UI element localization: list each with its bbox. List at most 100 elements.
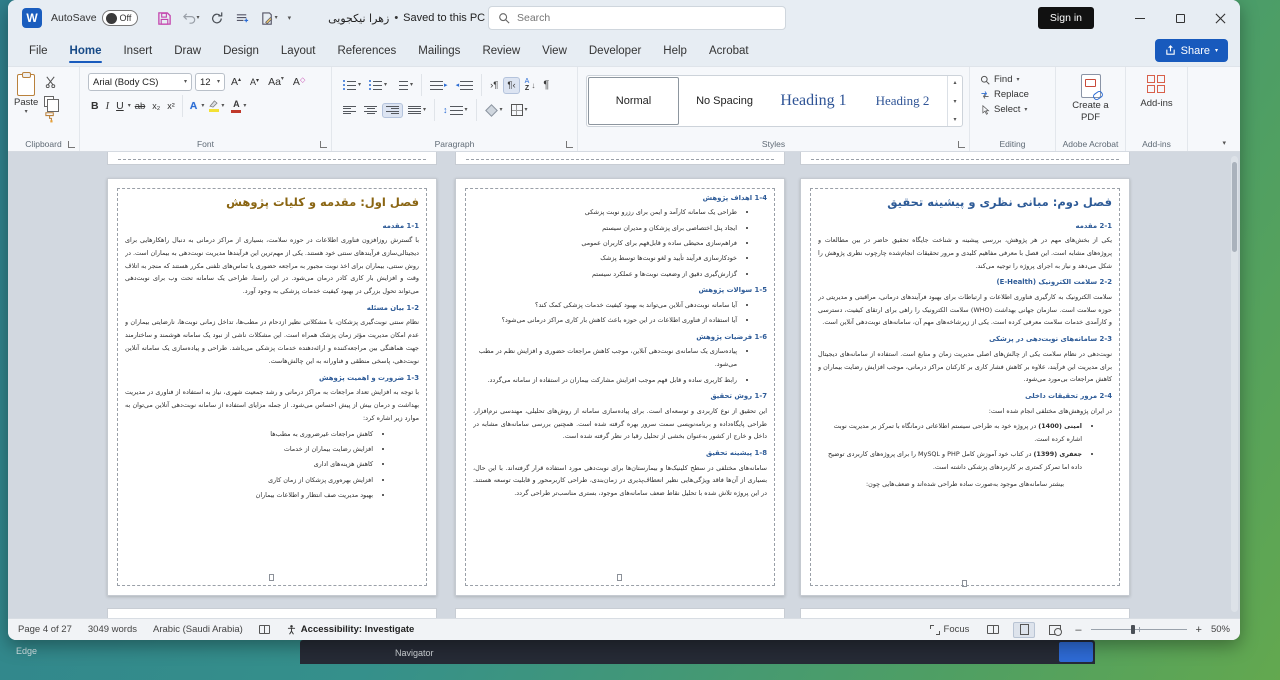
scrollbar-thumb[interactable] xyxy=(1232,162,1237,252)
clear-formatting-button[interactable]: A◇ xyxy=(290,75,308,89)
underline-button[interactable]: U xyxy=(113,99,127,113)
clipboard-dialog-launcher-icon[interactable] xyxy=(68,141,75,148)
decrease-indent-button[interactable]: ▸ xyxy=(427,79,451,92)
strikethrough-button[interactable]: ab xyxy=(132,100,149,113)
tab-file[interactable]: File xyxy=(18,39,59,63)
maximize-button[interactable] xyxy=(1160,0,1200,36)
vertical-scrollbar[interactable] xyxy=(1231,156,1238,612)
style-heading1[interactable]: Heading 1 xyxy=(769,76,858,126)
style-heading2[interactable]: Heading 2 xyxy=(858,76,947,126)
tab-review[interactable]: Review xyxy=(471,39,531,63)
italic-button[interactable]: I xyxy=(103,100,113,113)
print-layout-button[interactable] xyxy=(1013,622,1035,638)
tab-home[interactable]: Home xyxy=(59,39,113,63)
format-painter-button[interactable] xyxy=(44,110,57,128)
autosave-control[interactable]: AutoSave Off xyxy=(51,10,138,26)
style-no-spacing[interactable]: No Spacing xyxy=(680,76,769,126)
rtl-text-direction-button[interactable]: ¶‹ xyxy=(503,77,519,94)
document-page-6[interactable]: فصل دوم: مبانی نظری و پیشینه تحقیق 2-1 م… xyxy=(800,178,1130,596)
font-color-button[interactable]: A ▾ xyxy=(228,98,249,115)
sort-button[interactable]: AZ ↓ xyxy=(522,76,539,94)
subscript-button[interactable]: x₂ xyxy=(149,100,163,112)
autosave-toggle[interactable]: Off xyxy=(102,10,138,26)
highlight-button[interactable]: ▾ xyxy=(205,98,227,114)
paragraph-dialog-launcher-icon[interactable] xyxy=(566,141,573,148)
bullet-list-button[interactable]: ▾ xyxy=(340,79,364,92)
cut-button[interactable] xyxy=(44,75,57,93)
select-button[interactable]: Select ▾ xyxy=(980,104,1051,115)
save-button[interactable] xyxy=(157,11,172,26)
tab-acrobat[interactable]: Acrobat xyxy=(698,39,760,63)
tab-references[interactable]: References xyxy=(326,39,407,63)
copy-button[interactable] xyxy=(44,96,54,107)
borders-button[interactable]: ▾ xyxy=(508,102,531,118)
align-center-button[interactable] xyxy=(361,104,380,117)
replace-button[interactable]: Replace xyxy=(980,89,1051,100)
document-canvas[interactable]: فصل اول: مقدمه و کلیات پژوهش 1-1 مقدمه ب… xyxy=(8,152,1240,618)
grow-font-button[interactable]: A▴ xyxy=(228,75,244,89)
tab-mailings[interactable]: Mailings xyxy=(407,39,471,63)
close-button[interactable] xyxy=(1200,0,1240,36)
zoom-level[interactable]: 50% xyxy=(1211,624,1230,635)
document-page-4[interactable]: فصل اول: مقدمه و کلیات پژوهش 1-1 مقدمه ب… xyxy=(107,178,437,596)
shrink-font-button[interactable]: A▾ xyxy=(247,76,262,88)
bold-button[interactable]: B xyxy=(88,99,102,113)
find-button[interactable]: Find ▾ xyxy=(980,74,1051,85)
tab-view[interactable]: View xyxy=(531,39,578,63)
tab-draw[interactable]: Draw xyxy=(163,39,212,63)
style-normal[interactable]: Normal xyxy=(588,77,679,125)
undo-button[interactable]: ▾ xyxy=(182,11,200,26)
search-input[interactable] xyxy=(517,12,747,24)
proofing-status-button[interactable] xyxy=(259,625,270,634)
create-pdf-button[interactable]: Create a PDF xyxy=(1060,74,1121,124)
quick-access-table-button[interactable] xyxy=(235,11,250,26)
minimize-button[interactable] xyxy=(1120,0,1160,36)
customize-quick-access-icon[interactable]: ▾ xyxy=(288,15,292,22)
tab-design[interactable]: Design xyxy=(212,39,270,63)
gallery-more-icon[interactable]: ▾ xyxy=(953,116,956,123)
text-effects-button[interactable]: A xyxy=(187,99,201,113)
zoom-in-button[interactable]: + xyxy=(1196,624,1202,636)
sign-in-button[interactable]: Sign in xyxy=(1038,7,1094,29)
justify-button[interactable]: ▾ xyxy=(405,104,429,117)
show-hide-pilcrow-button[interactable]: ¶ xyxy=(540,77,552,93)
line-spacing-button[interactable]: ↕▾ xyxy=(440,103,471,117)
document-title-control[interactable]: زهرا نیکجویی • Saved to this PC ▾ xyxy=(328,12,493,25)
increase-indent-button[interactable]: ◂ xyxy=(453,79,477,92)
tab-developer[interactable]: Developer xyxy=(578,39,652,63)
read-mode-button[interactable] xyxy=(982,622,1004,638)
change-case-button[interactable]: Aa▾ xyxy=(265,75,287,89)
styles-dialog-launcher-icon[interactable] xyxy=(958,141,965,148)
quick-access-new-doc-button[interactable]: ▾ xyxy=(260,11,278,26)
zoom-slider-thumb[interactable] xyxy=(1131,625,1135,634)
tab-help[interactable]: Help xyxy=(652,39,698,63)
share-button[interactable]: Share ▾ xyxy=(1155,39,1228,62)
align-right-button[interactable] xyxy=(382,103,403,118)
font-dialog-launcher-icon[interactable] xyxy=(320,141,327,148)
tab-insert[interactable]: Insert xyxy=(112,39,163,63)
collapse-ribbon-icon[interactable]: ▾ xyxy=(1222,139,1226,147)
redo-button[interactable] xyxy=(210,11,225,26)
numbered-list-button[interactable]: ▾ xyxy=(366,79,390,92)
styles-gallery-scroll[interactable]: ▴ ▾ ▾ xyxy=(947,76,962,126)
addins-button[interactable]: Add-ins xyxy=(1130,75,1183,109)
shading-button[interactable]: ▾ xyxy=(482,102,506,119)
zoom-slider[interactable] xyxy=(1091,629,1187,630)
ltr-text-direction-button[interactable]: ›¶ xyxy=(487,78,501,93)
page-number-status[interactable]: Page 4 of 27 xyxy=(18,624,72,635)
superscript-button[interactable]: x² xyxy=(164,100,178,112)
scroll-up-icon[interactable]: ▴ xyxy=(953,79,956,86)
search-box[interactable] xyxy=(488,6,786,30)
zoom-out-button[interactable]: – xyxy=(1075,624,1081,636)
font-name-select[interactable]: Arial (Body CS) ▾ xyxy=(88,73,192,91)
multilevel-list-button[interactable]: ▾ xyxy=(392,79,416,92)
focus-button[interactable]: Focus xyxy=(930,624,970,635)
word-count-status[interactable]: 3049 words xyxy=(88,624,137,635)
accessibility-status[interactable]: Accessibility: Investigate xyxy=(286,624,415,635)
web-layout-button[interactable] xyxy=(1044,622,1066,638)
align-left-button[interactable] xyxy=(340,104,359,117)
tab-layout[interactable]: Layout xyxy=(270,39,327,63)
paste-button[interactable]: Paste ▾ xyxy=(12,71,40,135)
document-page-5[interactable]: 1-4 اهداف پژوهش طراحی یک سامانه کارآمد و… xyxy=(455,178,785,596)
font-size-select[interactable]: 12 ▾ xyxy=(195,73,225,91)
